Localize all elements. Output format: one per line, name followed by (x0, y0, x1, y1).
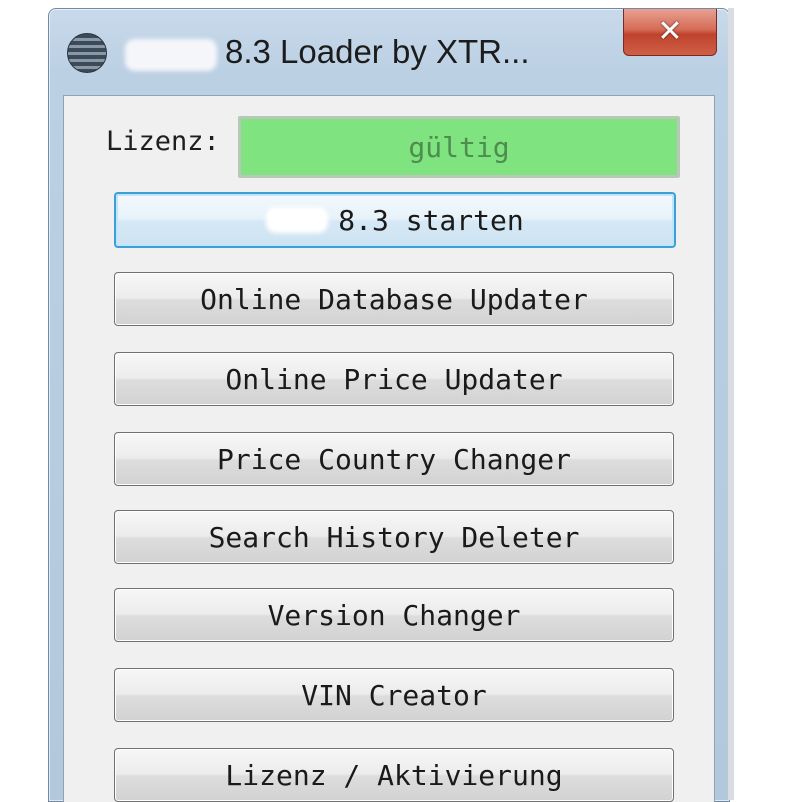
start-button-label: 8.3 starten (338, 203, 524, 237)
window-edge-strip (728, 8, 734, 800)
start-button[interactable]: 8.3 starten (114, 192, 676, 248)
title-bar[interactable]: 8.3 Loader by XTR... ✕ (49, 9, 729, 95)
vin-creator-button[interactable]: VIN Creator (114, 668, 674, 722)
price-country-changer-button[interactable]: Price Country Changer (114, 432, 674, 486)
redacted-app-name (266, 207, 329, 233)
online-database-updater-button[interactable]: Online Database Updater (114, 272, 674, 326)
license-activation-button[interactable]: Lizenz / Aktivierung (114, 748, 674, 802)
app-icon (67, 33, 107, 73)
version-changer-button[interactable]: Version Changer (114, 588, 674, 642)
window-title: 8.3 Loader by XTR... (225, 33, 530, 70)
license-label: Lizenz: (106, 126, 220, 157)
close-button[interactable]: ✕ (623, 9, 717, 56)
close-icon: ✕ (657, 14, 683, 49)
license-status-field: gültig (238, 116, 680, 178)
search-history-deleter-button[interactable]: Search History Deleter (114, 510, 674, 564)
client-area: Lizenz: gültig 8.3 starten Online Databa… (63, 95, 715, 802)
online-price-updater-button[interactable]: Online Price Updater (114, 352, 674, 406)
loader-window: 8.3 Loader by XTR... ✕ Lizenz: gültig 8.… (48, 8, 730, 802)
redacted-title-part (125, 39, 217, 71)
